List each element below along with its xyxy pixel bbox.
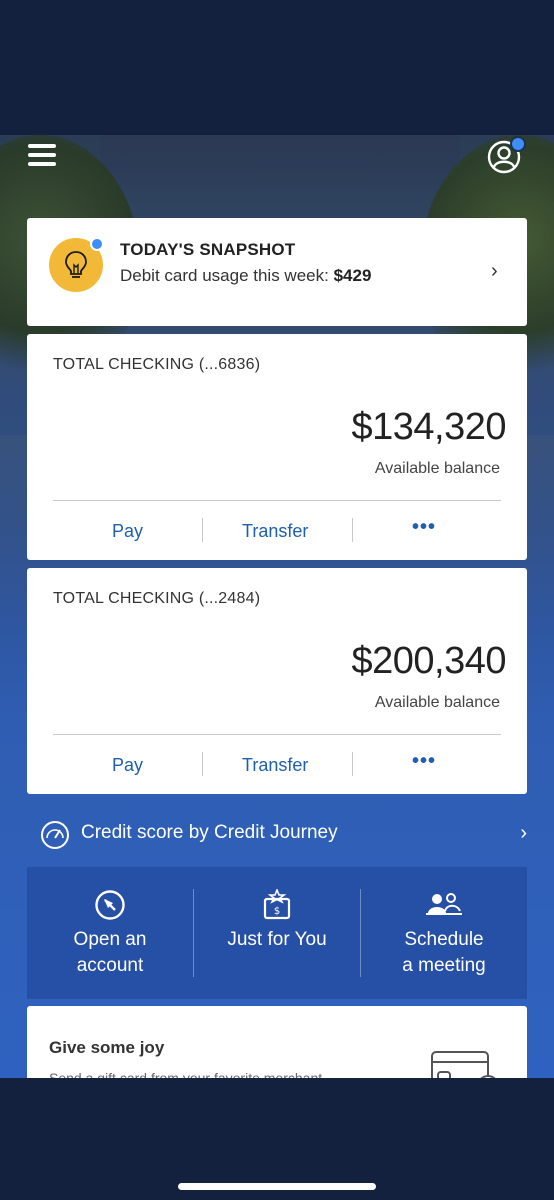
app-screen: TODAY'S SNAPSHOT Debit card usage this w… [0,135,554,1078]
balance-label: Available balance [374,460,500,477]
account-name: TOTAL CHECKING (...6836) [53,356,261,373]
action-separator [202,752,203,776]
gift-card-illustration-icon [431,1051,496,1078]
status-area [0,0,554,135]
hamburger-line [28,144,56,148]
hamburger-line [28,153,56,157]
label-line: account [76,955,144,976]
snapshot-card[interactable]: TODAY'S SNAPSHOT Debit card usage this w… [27,218,527,326]
people-icon [361,889,527,919]
action-separator [352,752,353,776]
transfer-button[interactable]: Transfer [242,521,308,542]
lightbulb-icon [65,251,87,278]
home-indicator[interactable] [178,1183,376,1190]
account-name: TOTAL CHECKING (...2484) [53,590,261,607]
divider [53,500,501,501]
snapshot-label: Debit card usage this week: [120,266,329,285]
transfer-button[interactable]: Transfer [242,755,308,776]
more-options-button[interactable]: ••• [412,750,436,773]
action-separator [202,518,203,542]
open-account-button[interactable]: Open an account [27,867,193,999]
account-balance: $200,340 [351,640,507,682]
snapshot-notification-dot [90,237,104,251]
gift-card-icon: $ [194,889,360,921]
give-joy-title: Give some joy [49,1038,165,1057]
snapshot-amount: $429 [333,266,372,285]
background-sky [100,135,460,195]
notification-dot [510,136,526,152]
just-for-you-label: Just for You [194,927,360,953]
give-joy-card[interactable]: Give some joy Send a gift card from your… [27,1006,527,1078]
just-for-you-button[interactable]: $ Just for You [194,867,360,999]
action-separator [352,518,353,542]
credit-journey-link[interactable]: Credit score by Credit Journey › [27,814,527,858]
svg-text:$: $ [274,906,280,917]
snapshot-text: Debit card usage this week: $429 [120,266,371,286]
account-card[interactable]: TOTAL CHECKING (...2484) $200,340 Availa… [27,568,527,794]
schedule-meeting-label: Schedule a meeting [361,927,527,979]
divider [53,734,501,735]
give-joy-text: Send a gift card from your favorite merc… [49,1070,323,1078]
label-line: Open an [73,929,147,950]
pay-button[interactable]: Pay [112,521,143,542]
quick-actions-panel: Open an account $ Just for You Schedule … [27,867,527,999]
account-balance: $134,320 [351,406,507,448]
label-line: Schedule [404,929,484,950]
balance-label: Available balance [374,694,500,711]
schedule-meeting-button[interactable]: Schedule a meeting [361,867,527,999]
hamburger-menu-button[interactable] [28,144,58,168]
more-options-button[interactable]: ••• [412,516,436,539]
hamburger-line [28,162,56,166]
bottom-frame [0,1078,554,1200]
label-line: Just for You [227,929,327,950]
credit-journey-label: Credit score by Credit Journey [81,822,338,843]
chevron-right-icon: › [491,260,498,282]
snapshot-title: TODAY'S SNAPSHOT [120,240,296,259]
chevron-right-icon: › [520,822,527,844]
open-account-label: Open an account [27,927,193,979]
pay-button[interactable]: Pay [112,755,143,776]
speedometer-icon [41,821,69,849]
account-card[interactable]: TOTAL CHECKING (...6836) $134,320 Availa… [27,334,527,560]
label-line: a meeting [402,955,486,976]
compass-icon [27,889,193,921]
